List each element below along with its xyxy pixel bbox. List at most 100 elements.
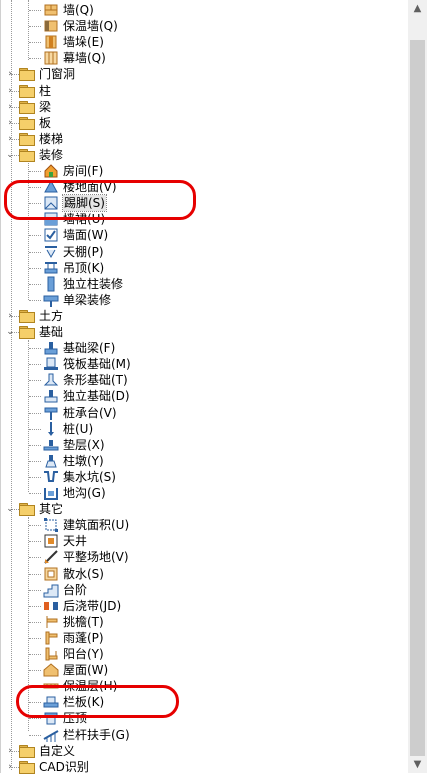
- tree-node-suspended-ceiling[interactable]: 吊顶(K): [43, 260, 104, 276]
- tree-node-insulation-layer[interactable]: 保温层(H): [43, 678, 117, 694]
- floor-icon: [43, 179, 59, 195]
- collapse-chevron-icon[interactable]: ⌄: [5, 324, 15, 340]
- site-leveling-icon: [43, 549, 59, 565]
- tree-node-strip-foundation[interactable]: 条形基础(T): [43, 372, 128, 388]
- foundation-beam-icon: [43, 340, 59, 356]
- column-finish-icon: [43, 276, 59, 292]
- tree-node-curtain-wall[interactable]: 幕墙(Q): [43, 50, 106, 66]
- tree-node-balcony[interactable]: 阳台(Y): [43, 646, 104, 662]
- collapse-chevron-icon[interactable]: ⌄: [5, 147, 15, 163]
- tree-node-stairs[interactable]: › 楼梯: [5, 131, 63, 147]
- trench-icon: [43, 485, 59, 501]
- tree-node-label: 散水(S): [63, 567, 104, 581]
- tree-node-parapet[interactable]: 栏板(K): [43, 694, 104, 710]
- tree-node-column-finish[interactable]: 独立柱装修: [43, 276, 123, 292]
- tree-node-decoration[interactable]: ⌄ 装修: [5, 147, 63, 163]
- tree-guide-line: [29, 187, 41, 188]
- tree-node-label: 基础: [39, 325, 64, 339]
- patio-icon: [43, 533, 59, 549]
- tree-node-label: 墙垛(E): [63, 35, 104, 49]
- tree-guide-line: [29, 58, 41, 59]
- tree-guide-line: [29, 461, 41, 462]
- scroll-down-arrow-icon[interactable]: ▼: [408, 756, 427, 773]
- open-folder-icon: [19, 149, 35, 162]
- tree-node-label: 土方: [39, 309, 64, 323]
- tree-node-label: 雨蓬(P): [63, 631, 104, 645]
- tree-node-trench[interactable]: 地沟(G): [43, 485, 106, 501]
- tree-node-room[interactable]: 房间(F): [43, 163, 103, 179]
- tree-node-building-area[interactable]: 建筑面积(U): [43, 517, 129, 533]
- tree-node-railing[interactable]: 栏杆扶手(G): [43, 727, 130, 743]
- insulation-wall-icon: [43, 18, 59, 34]
- tree-guide-line: [28, 340, 29, 492]
- tree-node-label: 集水坑(S): [63, 470, 116, 484]
- tree-node-wall-surface[interactable]: 墙面(W): [43, 227, 108, 243]
- tree-node-patio[interactable]: 天井: [43, 533, 87, 549]
- tree-node-skirting[interactable]: 踢脚(S): [43, 194, 107, 212]
- tree-node-label: 地沟(G): [63, 486, 106, 500]
- tree-node-other[interactable]: ⌄ 其它: [5, 501, 63, 517]
- scrollbar-thumb[interactable]: [410, 40, 425, 756]
- tree-node-beam-finish[interactable]: 单梁装修: [43, 292, 111, 308]
- tree-node-label: 桩(U): [63, 422, 94, 436]
- tree-node-apron[interactable]: 散水(S): [43, 566, 104, 582]
- tree-node-wall[interactable]: 墙(Q): [43, 2, 94, 18]
- expand-chevron-icon[interactable]: ›: [5, 308, 15, 324]
- tree-node-canopy[interactable]: 雨蓬(P): [43, 630, 104, 646]
- skirting-icon: [43, 195, 59, 211]
- column-pier-icon: [43, 453, 59, 469]
- expand-chevron-icon[interactable]: ›: [5, 115, 15, 131]
- tree-node-raft-foundation[interactable]: 筏板基础(M): [43, 356, 131, 372]
- tree-guide-line: [29, 541, 41, 542]
- tree-node-pile-cap[interactable]: 桩承台(V): [43, 405, 117, 421]
- tree-node-foundation[interactable]: ⌄ 基础: [5, 324, 63, 340]
- tree-node-slab[interactable]: › 板: [5, 115, 51, 131]
- expand-chevron-icon[interactable]: ›: [5, 83, 15, 99]
- room-icon: [43, 163, 59, 179]
- tree-node-wall-pier[interactable]: 墙垛(E): [43, 34, 104, 50]
- tree-node-column-pier[interactable]: 柱墩(Y): [43, 453, 104, 469]
- tree-node-foundation-beam[interactable]: 基础梁(F): [43, 340, 115, 356]
- tree-node-site-leveling[interactable]: 平整场地(V): [43, 549, 129, 565]
- parapet-icon: [43, 694, 59, 710]
- tree-guide-line: [29, 702, 41, 703]
- tree-node-steps[interactable]: 台阶: [43, 582, 87, 598]
- vertical-scrollbar[interactable]: ▲ ▼: [408, 0, 427, 773]
- expand-chevron-icon[interactable]: ›: [5, 99, 15, 115]
- tree-node-eaves[interactable]: 挑檐(T): [43, 614, 104, 630]
- tree-node-earthwork[interactable]: › 土方: [5, 308, 63, 324]
- tree-guide-line: [29, 493, 41, 494]
- tree-node-beam[interactable]: › 梁: [5, 99, 51, 115]
- tree-node-column[interactable]: › 柱: [5, 83, 51, 99]
- balcony-icon: [43, 646, 59, 662]
- tree-node-label: 幕墙(Q): [63, 51, 106, 65]
- tree-node-isolated-foundation[interactable]: 独立基础(D): [43, 388, 130, 404]
- tree-node-coping[interactable]: 压顶: [43, 710, 87, 726]
- tree-node-floor-surface[interactable]: 楼地面(V): [43, 179, 117, 195]
- tree-node-doors-windows[interactable]: › 门窗洞: [5, 66, 75, 82]
- collapse-chevron-icon[interactable]: ⌄: [5, 501, 15, 517]
- folder-icon: [19, 761, 35, 774]
- expand-chevron-icon[interactable]: ›: [5, 66, 15, 82]
- tree-node-label: 挑檐(T): [63, 615, 104, 629]
- expand-chevron-icon[interactable]: ›: [5, 131, 15, 147]
- tree-guide-line: [29, 557, 41, 558]
- tree-node-label: 栏杆扶手(G): [63, 728, 130, 742]
- tree-guide-line: [29, 396, 41, 397]
- tree-node-sump[interactable]: 集水坑(S): [43, 469, 116, 485]
- tree-node-custom[interactable]: › 自定义: [5, 743, 75, 759]
- tree-node-label: 墙裙(U): [63, 212, 106, 226]
- tree-node-ceiling[interactable]: 天棚(P): [43, 244, 104, 260]
- tree-node-cushion[interactable]: 垫层(X): [43, 437, 105, 453]
- open-folder-icon: [19, 326, 35, 339]
- tree-node-post-cast-strip[interactable]: 后浇带(JD): [43, 598, 121, 614]
- tree-node-label: 条形基础(T): [63, 373, 128, 387]
- tree-node-pile[interactable]: 桩(U): [43, 421, 93, 437]
- scroll-up-arrow-icon[interactable]: ▲: [408, 0, 427, 17]
- tree-node-insulation-wall[interactable]: 保温墙(Q): [43, 18, 118, 34]
- expand-chevron-icon[interactable]: ›: [5, 743, 15, 759]
- tree-node-wall-skirt[interactable]: 墙裙(U): [43, 211, 105, 227]
- tree-node-label: 后浇带(JD): [63, 599, 122, 613]
- tree-node-roof[interactable]: 屋面(W): [43, 662, 108, 678]
- tree-node-label: 吊顶(K): [63, 261, 105, 275]
